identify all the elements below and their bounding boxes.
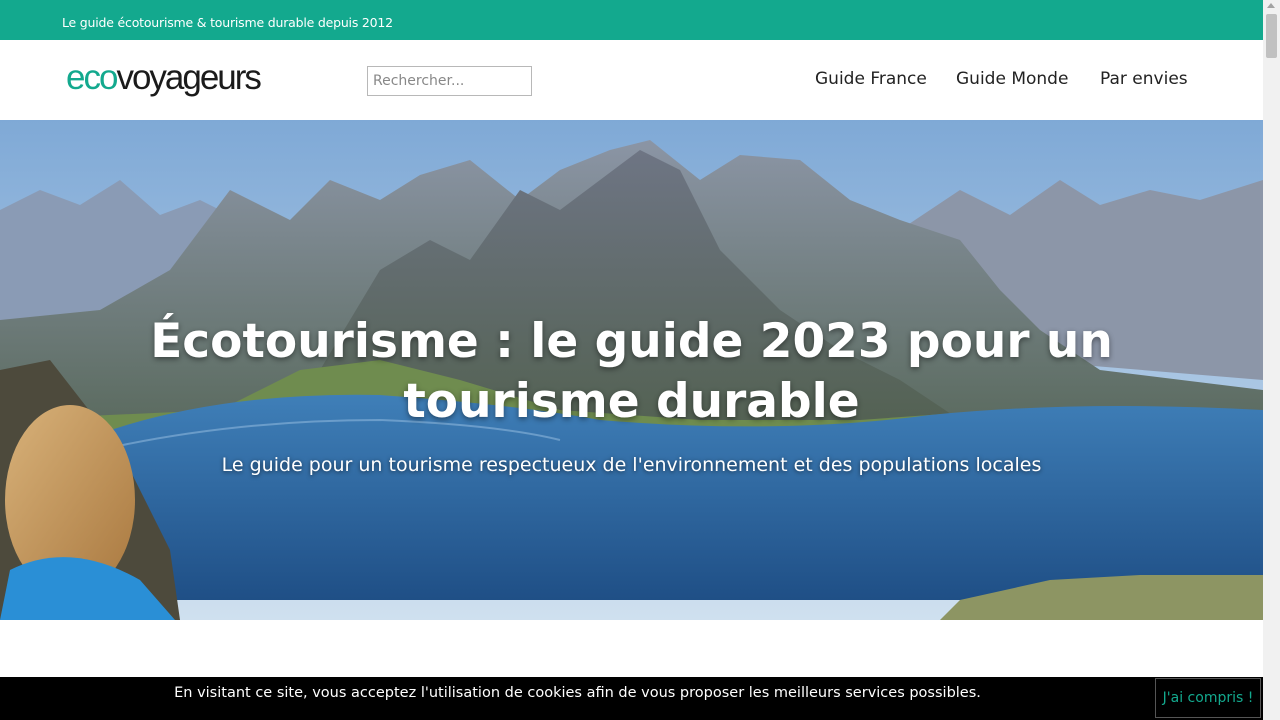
hero-title: Écotourisme : le guide 2023 pour un tour…	[150, 314, 1113, 429]
hero-subtitle: Le guide pour un tourisme respectueux de…	[221, 454, 1042, 476]
site-tagline: Le guide écotourisme & tourisme durable …	[62, 15, 393, 30]
search-input[interactable]	[367, 66, 532, 96]
scrollbar-thumb[interactable]	[1266, 14, 1277, 58]
logo-eco: eco	[66, 58, 118, 97]
cookie-message: En visitant ce site, vous acceptez l'uti…	[174, 685, 981, 701]
cookie-banner: En visitant ce site, vous acceptez l'uti…	[0, 677, 1263, 720]
page-scrollbar[interactable]	[1263, 0, 1280, 720]
nav-guide-france[interactable]: Guide France	[815, 69, 927, 89]
nav-guide-monde[interactable]: Guide Monde	[956, 69, 1068, 89]
site-logo[interactable]: ecovoyageurs	[66, 58, 262, 98]
chevron-up-icon[interactable]	[1267, 3, 1275, 8]
cookie-accept-button[interactable]: J'ai compris !	[1155, 678, 1261, 718]
top-banner: Le guide écotourisme & tourisme durable …	[0, 0, 1263, 40]
nav-par-envies[interactable]: Par envies	[1100, 69, 1188, 89]
hero-banner: Écotourisme : le guide 2023 pour un tour…	[0, 120, 1263, 620]
logo-voyageurs: voyageurs	[116, 58, 261, 97]
site-header: ecovoyageurs Guide France Guide Monde Pa…	[0, 40, 1263, 120]
